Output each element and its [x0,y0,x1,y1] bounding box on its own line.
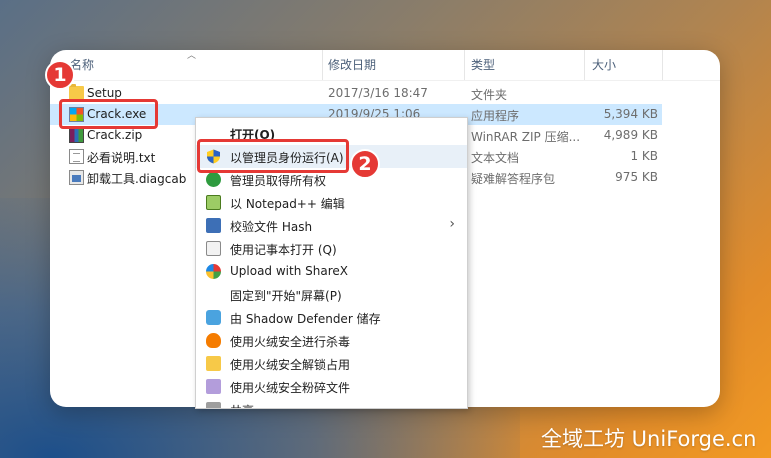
file-name: Crack.zip [87,128,143,142]
menu-item-label: 使用火绒安全粉碎文件 [230,381,351,395]
huorong-icon [206,333,221,348]
step2-highlight-box [197,139,349,173]
submenu-arrow-icon: › [449,216,455,232]
menu-item-label: 管理员取得所有权 [230,174,327,188]
file-size: 1 KB [630,149,658,163]
winrar-icon [69,128,84,143]
column-divider[interactable] [322,50,323,80]
hash-icon [206,218,221,233]
text-file-icon [69,149,84,164]
step1-highlight-box [59,99,158,129]
file-type: 文件夹 [471,88,508,102]
menu-item-label: 由 Shadow Defender 储存 [230,312,381,326]
menu-item-label: 共享 [230,402,254,408]
file-size: 4,989 KB [603,128,658,142]
menu-item-notepadpp[interactable]: 以 Notepad++ 编辑 [196,191,467,214]
menu-item-label: 使用记事本打开 (Q) [230,243,337,257]
menu-item-shadow-defender[interactable]: 由 Shadow Defender 储存 [196,306,467,329]
file-name: 卸载工具.diagcab [87,172,187,186]
sort-ascending-icon: ︿ [187,51,197,61]
column-modified[interactable]: 修改日期 [328,56,376,73]
menu-item-huorong-unlock[interactable]: 使用火绒安全解锁占用 [196,352,467,375]
file-type: 应用程序 [471,109,520,123]
column-header: ︿ 名称 修改日期 类型 大小 [50,50,720,81]
column-divider[interactable] [584,50,585,80]
column-type[interactable]: 类型 [471,56,495,73]
menu-item-sharex[interactable]: Upload with ShareX [196,260,467,283]
file-type: WinRAR ZIP 压缩... [471,130,581,144]
menu-item-label: Upload with ShareX [230,264,348,278]
file-name: Setup [87,86,122,100]
notepad-icon [206,241,221,256]
column-size[interactable]: 大小 [592,56,616,73]
menu-item-label: 使用火绒安全解锁占用 [230,358,351,372]
step1-badge: 1 [45,60,75,90]
menu-item-open-notepad[interactable]: 使用记事本打开 (Q) [196,237,467,260]
file-modified: 2017/3/16 18:47 [328,86,428,100]
menu-item-hash[interactable]: 校验文件 Hash › [196,214,467,237]
watermark: 全域工坊 UniForge.cn [541,427,757,451]
file-size: 5,394 KB [603,107,658,121]
share-icon [206,402,221,408]
menu-item-label: 以 Notepad++ 编辑 [230,197,345,211]
menu-item-pin-start[interactable]: 固定到"开始"屏幕(P) [196,283,467,306]
green-shield-icon [206,172,221,187]
file-type: 疑难解答程序包 [471,172,556,186]
menu-item-share[interactable]: 共享 [196,398,467,408]
file-size: 975 KB [615,170,658,184]
notepadpp-icon [206,195,221,210]
sharex-icon [206,264,221,279]
file-type: 文本文档 [471,151,520,165]
shadow-defender-icon [206,310,221,325]
folder-lock-icon [206,356,221,371]
menu-item-label: 使用火绒安全进行杀毒 [230,335,351,349]
menu-item-label: 固定到"开始"屏幕(P) [230,289,342,303]
menu-item-huorong-shred[interactable]: 使用火绒安全粉碎文件 [196,375,467,398]
step2-badge: 2 [350,149,380,179]
column-divider[interactable] [662,50,663,80]
diagcab-icon [69,170,84,185]
column-divider[interactable] [464,50,465,80]
file-name: 必看说明.txt [87,151,156,165]
shred-icon [206,379,221,394]
menu-item-label: 校验文件 Hash [230,220,313,234]
menu-item-huorong-scan[interactable]: 使用火绒安全进行杀毒 [196,329,467,352]
